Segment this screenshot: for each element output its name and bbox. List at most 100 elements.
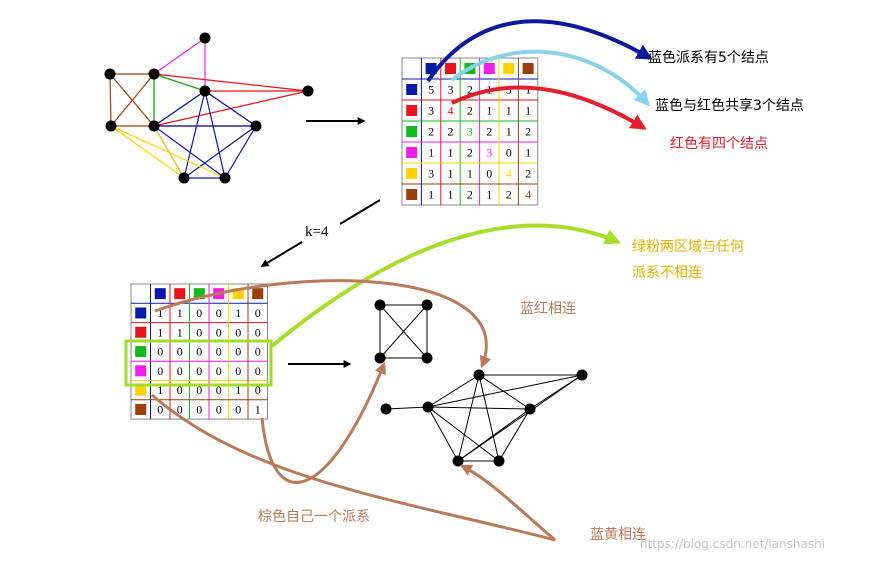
- matrix2-cell: 0: [177, 345, 183, 359]
- graph-node: [104, 68, 116, 80]
- matrix2-cell: 1: [235, 306, 241, 320]
- graph-edge: [110, 125, 226, 179]
- matrix1-cell: 1: [428, 146, 434, 160]
- graph-edge: [204, 90, 257, 127]
- matrix1-cell: 1: [506, 104, 512, 118]
- matrix1-cell: 3: [448, 83, 454, 97]
- label-blue-yellow-connected: 蓝黄相连: [590, 527, 646, 543]
- graph-edge: [110, 125, 185, 179]
- component-edge: [478, 374, 531, 410]
- matrix2-cell: 0: [216, 325, 222, 339]
- label-brown-self: 棕色自己一个派系: [258, 509, 370, 525]
- clique-node: [374, 299, 386, 311]
- graph-edge: [153, 73, 309, 92]
- matrix1-cell: 4: [448, 104, 454, 118]
- matrix2-cell: 0: [196, 345, 202, 359]
- matrix1-cell: 1: [486, 104, 492, 118]
- clique-node: [421, 299, 433, 311]
- label-k-value: k=4: [305, 224, 329, 240]
- matrix1-row-swatch: [406, 126, 418, 137]
- matrix1-row-swatch: [406, 189, 418, 200]
- component-node: [524, 403, 536, 415]
- matrix1-cell: 2: [486, 125, 492, 139]
- matrix2-cell: 0: [255, 325, 261, 339]
- component-node: [452, 455, 464, 467]
- matrix1-cell: 1: [467, 167, 473, 181]
- matrix2-cell: 0: [235, 325, 241, 339]
- graph-edge: [224, 125, 257, 179]
- matrix2-row-swatch: [135, 326, 147, 338]
- matrix1-cell: 0: [486, 167, 492, 181]
- diagram-canvas: 5321313421112232121123013110421121241100…: [0, 0, 887, 568]
- matrix1-header-swatch: [483, 63, 495, 74]
- matrix2-cell: 0: [216, 402, 222, 416]
- graph-edge: [153, 37, 206, 75]
- matrix2-cell: 1: [255, 402, 261, 416]
- matrix1-header-swatch: [445, 63, 456, 74]
- matrix2-cell: 1: [177, 325, 183, 339]
- matrix2-cell: 0: [235, 345, 241, 359]
- matrix2-cell: 0: [255, 345, 261, 359]
- matrix2-header-swatch: [154, 288, 166, 300]
- matrix2-cell: 0: [235, 364, 241, 378]
- graph-edge: [109, 73, 112, 127]
- matrix2-cell: 0: [196, 325, 202, 339]
- matrix2-cell: 0: [255, 306, 261, 320]
- matrix1-row-swatch: [406, 105, 418, 116]
- matrix2-cell: 0: [216, 306, 222, 320]
- matrix2-row-swatch: [135, 403, 147, 415]
- graph-edge: [153, 125, 185, 179]
- matrix1-cell: 2: [428, 125, 434, 139]
- matrix2-cell: 0: [255, 364, 261, 378]
- matrix2-cell: 0: [196, 306, 202, 320]
- component-edge: [385, 406, 429, 410]
- component-edge: [427, 406, 459, 462]
- matrix1-cell: 4: [525, 188, 531, 202]
- component-edge: [498, 408, 531, 462]
- matrix2-cell: 0: [196, 364, 202, 378]
- matrix1-cell: 2: [467, 146, 473, 160]
- matrix1-row-swatch: [406, 147, 418, 158]
- matrix2-row-swatch: [135, 307, 147, 319]
- diagram-svg: 5 3 2 1 3 13 4 2 1 1 12 2 3 2 1 21 1 2 3 0 13 1 1 0 4 21 1 2 1 2 41 1 0 0…: [104, 19, 653, 542]
- matrix1-cell: 3: [428, 167, 434, 181]
- arrow-brown-self: [260, 361, 387, 484]
- arrow-k-upper: [339, 199, 381, 225]
- arrow-k-lower: [260, 241, 303, 267]
- matrix1-cell: 2: [467, 188, 473, 202]
- graph-node: [199, 32, 211, 44]
- graph-node: [148, 68, 160, 80]
- matrix2-cell: 0: [196, 402, 202, 416]
- component-node: [473, 369, 485, 381]
- matrix2-row-swatch: [135, 365, 147, 377]
- matrix1-cell: 2: [506, 188, 512, 202]
- component-node: [422, 401, 434, 413]
- matrix1-cell: 2: [467, 104, 473, 118]
- component-node: [380, 403, 392, 415]
- matrix2-header-swatch: [252, 288, 264, 300]
- matrix1-cell: 2: [525, 125, 531, 139]
- matrix1-cell: 1: [448, 188, 454, 202]
- matrix2-cell: 0: [216, 364, 222, 378]
- watermark: https://blog.csdn.net/lanshashi: [640, 537, 826, 551]
- graph-node: [178, 172, 190, 184]
- matrix1-cell: 5: [428, 83, 434, 97]
- matrix2-cell: 1: [157, 325, 163, 339]
- matrix1-cell: 1: [486, 188, 492, 202]
- graph-node: [148, 120, 160, 132]
- label-green-pink-line1: 绿粉两区域与任何: [632, 239, 744, 255]
- component-node: [576, 369, 588, 381]
- component-node: [493, 455, 505, 467]
- graph-node: [199, 85, 211, 97]
- matrix1-cell: 0: [506, 146, 512, 160]
- matrix1-cell: 1: [525, 104, 531, 118]
- label-blue-clique: 蓝色派系有5个结点: [648, 50, 769, 66]
- matrix2-cell: 0: [216, 345, 222, 359]
- component-edge: [427, 406, 531, 410]
- matrix2-cell: 0: [235, 402, 241, 416]
- graph-node: [219, 172, 231, 184]
- matrix1-cell: 1: [448, 146, 454, 160]
- matrix2-cell: 0: [157, 364, 163, 378]
- matrix1-cell: 1: [506, 125, 512, 139]
- label-blue-red-shared: 蓝色与红色共享3个结点: [655, 98, 804, 114]
